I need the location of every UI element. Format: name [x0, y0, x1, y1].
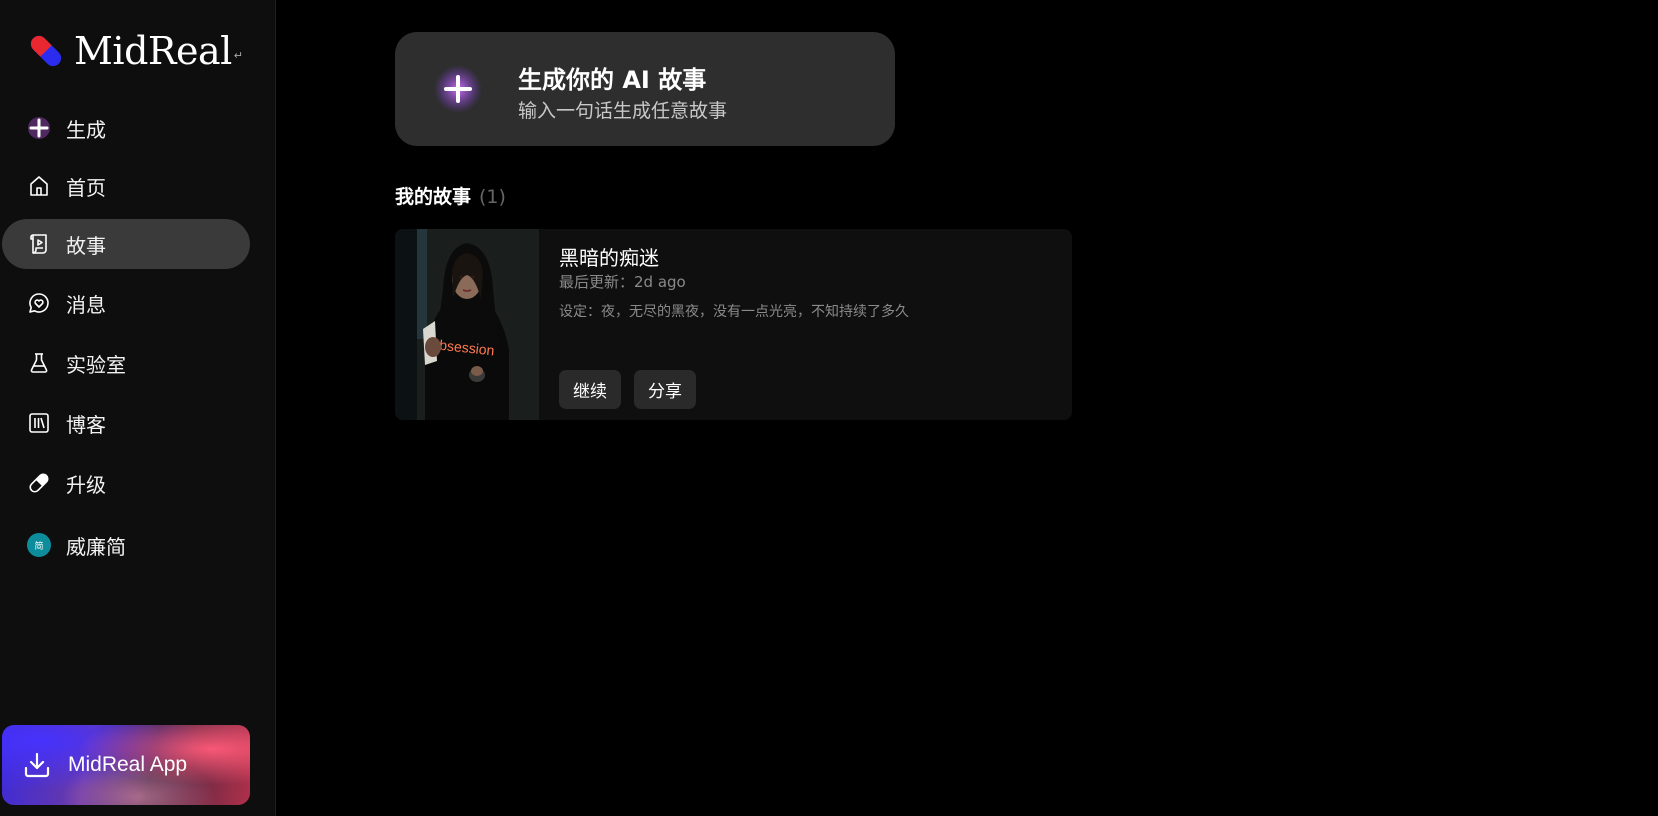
logo[interactable]: MidReal ↵	[26, 29, 244, 73]
sidebar: MidReal ↵ 生成 首页 故事 消息 实验室 博客 升级 简 威廉简 Mi…	[0, 0, 276, 816]
story-title[interactable]: 黑暗的痴迷	[559, 242, 659, 271]
sidebar-item-label: 故事	[66, 233, 106, 258]
download-app-label: MidReal App	[68, 753, 188, 776]
story-card[interactable]: Obsession 黑暗的痴迷 最后更新：2d ago 设定：夜，无尽的黑夜，没…	[395, 229, 1072, 420]
sidebar-item-label: 生成	[66, 117, 106, 142]
my-stories-count: (1)	[479, 186, 506, 208]
my-stories-heading: 我的故事 (1)	[395, 182, 506, 209]
sidebar-item-label: 实验室	[66, 352, 126, 377]
plus-sparkle-icon	[26, 115, 52, 141]
flask-icon	[26, 350, 52, 376]
sidebar-item-profile[interactable]: 简 威廉简	[2, 520, 250, 570]
sidebar-item-label: 消息	[66, 292, 106, 317]
chat-heart-icon	[26, 290, 52, 316]
sidebar-item-label: 威廉简	[66, 534, 126, 559]
logo-text: MidReal	[74, 29, 232, 73]
sidebar-item-generate[interactable]: 生成	[2, 103, 250, 153]
avatar: 简	[26, 532, 52, 558]
scroll-icon	[26, 231, 52, 257]
continue-button[interactable]: 继续	[559, 370, 621, 409]
story-thumbnail[interactable]: Obsession	[395, 229, 539, 420]
logo-mark: ↵	[233, 49, 244, 62]
books-icon	[26, 410, 52, 436]
download-app-button[interactable]: MidReal App	[2, 725, 250, 805]
sidebar-item-stories[interactable]: 故事	[2, 219, 250, 269]
generate-story-card[interactable]: 生成你的 AI 故事 输入一句话生成任意故事	[395, 32, 895, 146]
sidebar-item-label: 升级	[66, 472, 106, 497]
download-icon	[24, 752, 50, 778]
story-last-updated: 最后更新：2d ago	[559, 273, 686, 291]
avatar-badge: 简	[27, 533, 51, 557]
sidebar-item-label: 首页	[66, 175, 106, 200]
my-stories-title: 我的故事	[395, 186, 472, 208]
generate-card-subtitle: 输入一句话生成任意故事	[518, 100, 728, 122]
plus-icon	[433, 64, 483, 114]
story-setting: 设定：夜，无尽的黑夜，没有一点光亮，不知持续了多久	[559, 304, 909, 320]
share-button[interactable]: 分享	[634, 370, 696, 409]
generate-card-title: 生成你的 AI 故事	[518, 66, 707, 94]
app-root: MidReal ↵ 生成 首页 故事 消息 实验室 博客 升级 简 威廉简 Mi…	[0, 0, 1658, 816]
sidebar-item-upgrade[interactable]: 升级	[2, 458, 250, 508]
sidebar-item-home[interactable]: 首页	[2, 161, 250, 211]
sidebar-item-lab[interactable]: 实验室	[2, 338, 250, 388]
sidebar-item-messages[interactable]: 消息	[2, 278, 250, 328]
pill-icon	[26, 470, 52, 496]
home-icon	[26, 173, 52, 199]
pill-logo-icon	[30, 35, 62, 67]
sidebar-item-blog[interactable]: 博客	[2, 398, 250, 448]
sidebar-item-label: 博客	[66, 412, 106, 437]
